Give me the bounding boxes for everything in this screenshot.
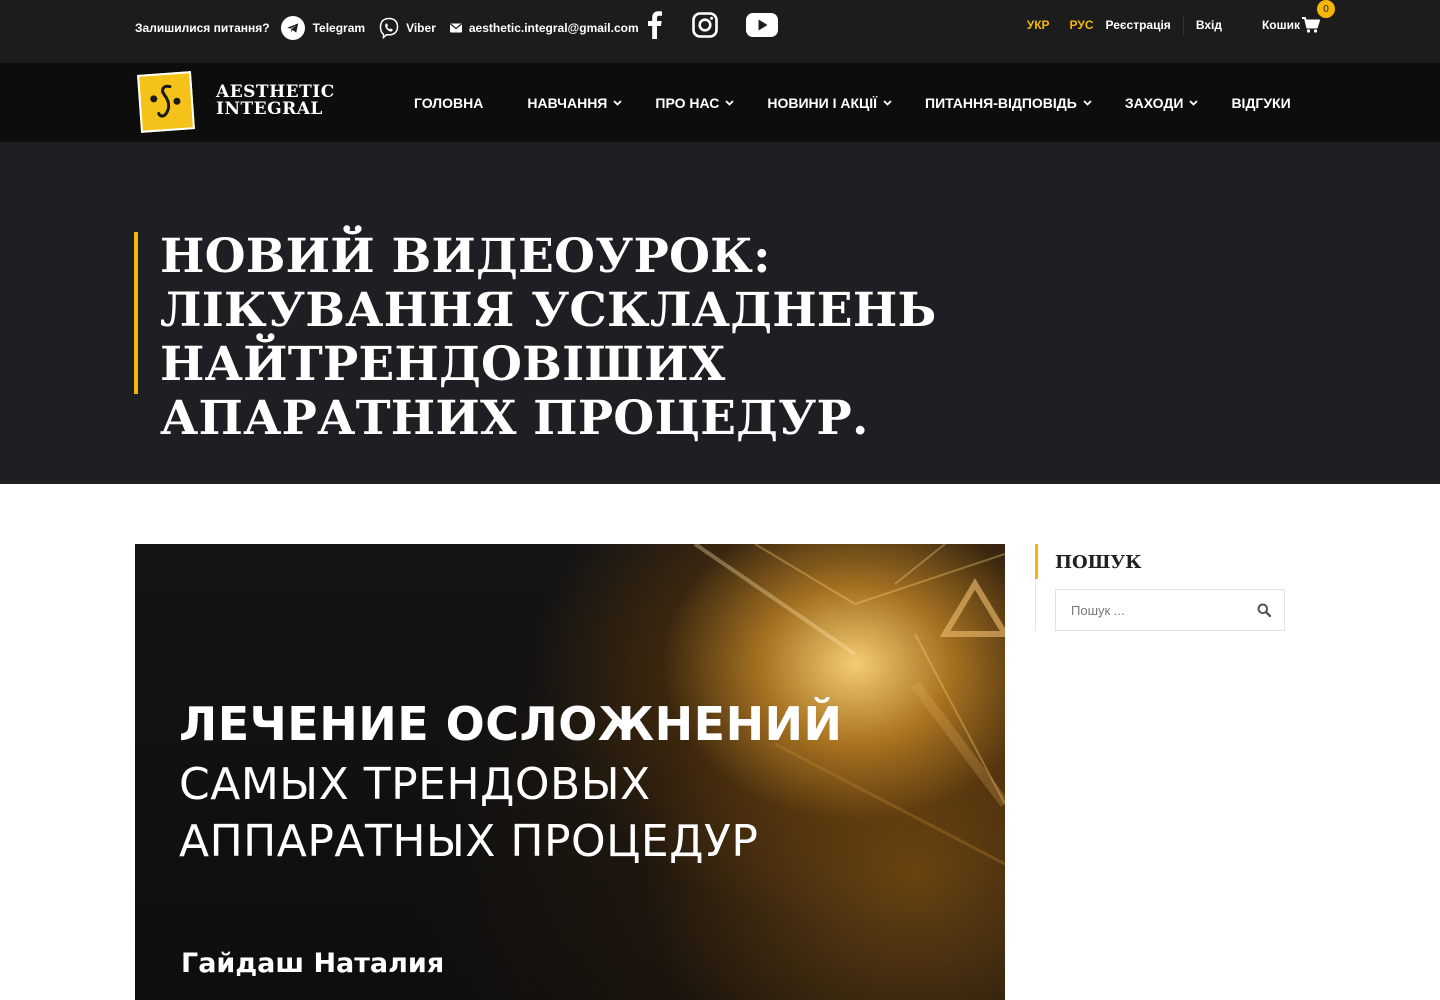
logo-text: AESTHETIC INTEGRAL bbox=[216, 84, 335, 118]
nav-item-label: ПРО НАС bbox=[655, 94, 720, 111]
image-headline-2: САМЫХ ТРЕНДОВЫХ bbox=[179, 759, 651, 810]
cart-label: Кошик bbox=[1261, 18, 1300, 32]
nav-item-reviews[interactable]: ВІДГУКИ bbox=[1231, 95, 1290, 111]
register-link[interactable]: Реєстрація bbox=[1106, 18, 1171, 32]
login-link[interactable]: Вхід bbox=[1196, 18, 1222, 32]
logo-line-2: INTEGRAL bbox=[216, 99, 323, 119]
search-widget-title: ПОШУК bbox=[1055, 552, 1142, 573]
search-icon[interactable] bbox=[1256, 602, 1272, 618]
top-bar: Залишилися питання? Telegram Viber aesth… bbox=[0, 0, 1440, 63]
page-title: НОВИЙ ВИДЕОУРОК: ЛІКУВАННЯ УСКЛАДНЕНЬ НА… bbox=[160, 229, 937, 446]
nav-item-training[interactable]: НАВЧАННЯ bbox=[527, 94, 623, 111]
featured-image: ЛЕЧЕНИЕ ОСЛОЖНЕНИЙ САМЫХ ТРЕНДОВЫХ АППАР… bbox=[135, 544, 1005, 1000]
chevron-down-icon bbox=[1083, 99, 1092, 106]
cart-link[interactable]: Кошик 0 bbox=[1261, 0, 1335, 33]
viber-icon[interactable] bbox=[377, 16, 401, 40]
cart-icon bbox=[1302, 17, 1320, 33]
image-author: Гайдаш Наталия bbox=[181, 948, 445, 979]
chevron-down-icon bbox=[725, 99, 734, 106]
title-accent-bar bbox=[134, 232, 138, 394]
lang-ukr-link[interactable]: УКР bbox=[1027, 18, 1050, 32]
chevron-down-icon bbox=[883, 99, 892, 106]
nav-item-label: ПИТАННЯ-ВІДПОВІДЬ bbox=[925, 94, 1077, 111]
envelope-icon bbox=[449, 23, 462, 33]
nav-item-label: ВІДГУКИ bbox=[1231, 94, 1291, 111]
widget-side-line bbox=[1035, 579, 1036, 631]
lang-rus-link[interactable]: РУС bbox=[1070, 18, 1094, 32]
nav-item-news[interactable]: НОВИНИ І АКЦІЇ bbox=[767, 95, 892, 111]
nav-item-events[interactable]: ЗАХОДИ bbox=[1125, 95, 1199, 111]
search-form bbox=[1055, 589, 1285, 631]
nav-item-label: НОВИНИ І АКЦІЇ bbox=[767, 94, 878, 111]
nav-item-label: ЗАХОДИ bbox=[1124, 94, 1184, 111]
nav-item-about[interactable]: ПРО НАС bbox=[655, 95, 734, 111]
viber-link[interactable]: Viber bbox=[406, 21, 436, 35]
youtube-icon[interactable] bbox=[746, 13, 778, 37]
telegram-link[interactable]: Telegram bbox=[313, 21, 365, 35]
facebook-icon[interactable] bbox=[640, 11, 670, 39]
site-logo[interactable]: AESTHETIC INTEGRAL bbox=[136, 70, 336, 136]
contact-question: Залишилися питання? bbox=[135, 20, 270, 35]
search-input[interactable] bbox=[1056, 590, 1246, 630]
chevron-down-icon bbox=[613, 99, 623, 106]
contact-bar: Залишилися питання? Telegram Viber aesth… bbox=[135, 0, 639, 55]
divider bbox=[1182, 15, 1184, 35]
image-headline-1: ЛЕЧЕНИЕ ОСЛОЖНЕНИЙ bbox=[179, 697, 843, 751]
widget-accent-bar bbox=[1035, 544, 1038, 579]
instagram-icon[interactable] bbox=[692, 12, 718, 38]
nav-item-label: ГОЛОВНА bbox=[414, 94, 484, 111]
page-header: НОВИЙ ВИДЕОУРОК: ЛІКУВАННЯ УСКЛАДНЕНЬ НА… bbox=[0, 142, 1440, 484]
social-links bbox=[640, 8, 778, 42]
logo-mark bbox=[137, 71, 195, 133]
main-navbar: AESTHETIC INTEGRAL ГОЛОВНА НАВЧАННЯ ПРО … bbox=[0, 63, 1440, 142]
email-link[interactable]: aesthetic.integral@gmail.com bbox=[469, 21, 639, 35]
cart-count-badge: 0 bbox=[1317, 0, 1335, 18]
primary-nav: ГОЛОВНА НАВЧАННЯ ПРО НАС НОВИНИ І АКЦІЇ … bbox=[414, 63, 1291, 142]
nav-item-faq[interactable]: ПИТАННЯ-ВІДПОВІДЬ bbox=[925, 95, 1092, 111]
nav-item-label: НАВЧАННЯ bbox=[527, 94, 608, 111]
image-headline-3: АППАРАТНЫХ ПРОЦЕДУР bbox=[179, 816, 759, 867]
nav-item-home[interactable]: ГОЛОВНА bbox=[414, 95, 483, 111]
account-bar: УКР РУС Реєстрація Вхід Кошик 0 bbox=[1027, 0, 1335, 50]
telegram-icon[interactable] bbox=[280, 15, 305, 40]
chevron-down-icon bbox=[1189, 99, 1199, 106]
